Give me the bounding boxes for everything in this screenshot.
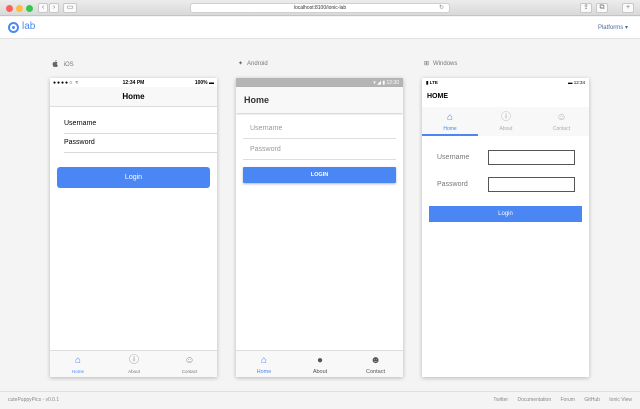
- sidebar-button[interactable]: ▭: [63, 3, 77, 13]
- url-text: localhost:8100/ionic-lab: [293, 5, 347, 11]
- windows-username-label: Username: [437, 154, 470, 161]
- footer-link-twitter[interactable]: Twitter: [493, 397, 508, 403]
- info-icon: ⓘ: [129, 355, 139, 366]
- windows-login-button[interactable]: Login: [429, 206, 582, 222]
- windows-icon: ⊞: [424, 61, 430, 67]
- lab-header: lab Platforms ▾: [0, 17, 640, 39]
- windows-tab-contact-label: Contact: [552, 126, 571, 132]
- android-status-bar: ▾ ◢ ▮ 12:30: [236, 78, 403, 87]
- platform-label-android-text: Android: [247, 61, 268, 67]
- apple-icon: [52, 60, 60, 68]
- maximize-window-button[interactable]: [26, 5, 33, 12]
- home-icon: ⌂: [260, 355, 268, 366]
- close-window-button[interactable]: [6, 5, 13, 12]
- platform-label-android: ✦ Android: [238, 60, 268, 67]
- android-tab-contact[interactable]: ☻ Contact: [348, 351, 403, 377]
- browser-toolbar: ‹ › ▭ localhost:8100/ionic-lab ↻ ⇪ ⧉ +: [0, 0, 640, 16]
- ios-battery-icon: 100% ▬: [194, 80, 214, 86]
- windows-battery-icon: ▬ 12:34: [567, 80, 585, 85]
- android-tab-home-label: Home: [256, 369, 272, 375]
- android-status-icons: ▾ ◢ ▮ 12:30: [373, 80, 399, 86]
- ios-device-frame: ●●●●○ ≈ 12:34 PM 100% ▬ Home Username Pa…: [50, 78, 217, 377]
- windows-tab-bar: ⌂ Home ⓘ About ☺ Contact: [422, 107, 589, 136]
- lab-logo-text: lab: [22, 21, 36, 32]
- windows-tab-home-label: Home: [443, 126, 457, 132]
- platform-label-ios-text: iOS: [63, 62, 74, 68]
- platform-label-windows-text: Windows: [433, 61, 458, 67]
- android-login-button[interactable]: LOGIN: [243, 167, 396, 183]
- footer-link-ionic-view[interactable]: Ionic View: [609, 397, 632, 403]
- windows-signal-icon: ▮ LTE: [426, 80, 438, 85]
- ios-nav-title: Home: [50, 87, 217, 107]
- windows-password-input[interactable]: [488, 177, 575, 192]
- windows-page-title: HOME: [427, 93, 448, 100]
- windows-tab-about[interactable]: ⓘ About: [478, 107, 534, 136]
- android-tab-home[interactable]: ⌂ Home: [236, 351, 292, 377]
- footer-links: Twitter Documentation Forum GitHub Ionic…: [485, 397, 632, 403]
- windows-active-tab-indicator: [422, 134, 478, 136]
- lab-footer: cutePuppyPics - v0.0.1 Twitter Documenta…: [0, 391, 640, 409]
- reload-icon[interactable]: ↻: [439, 4, 444, 13]
- android-tab-contact-label: Contact: [366, 369, 385, 375]
- contacts-icon: ☺: [556, 112, 567, 123]
- footer-link-forum[interactable]: Forum: [561, 397, 575, 403]
- ios-tab-home[interactable]: ⌂ Home: [50, 351, 106, 377]
- share-button[interactable]: ⇪: [580, 3, 592, 13]
- ios-tab-about-label: About: [128, 369, 140, 374]
- home-icon: ⌂: [446, 112, 454, 123]
- android-tab-about[interactable]: ● About: [292, 351, 348, 377]
- ios-tab-contact-label: Contact: [181, 369, 198, 374]
- back-button[interactable]: ‹: [38, 3, 48, 13]
- platform-label-ios: iOS: [52, 60, 74, 68]
- address-bar[interactable]: localhost:8100/ionic-lab ↻: [190, 3, 450, 13]
- ios-tab-bar: ⌂ Home ⓘ About ☺ Contact: [50, 350, 217, 377]
- windows-tab-about-label: About: [499, 126, 513, 132]
- windows-device-frame: ▮ LTE ▬ 12:34 HOME ⌂ Home ⓘ About ☺ Cont…: [422, 78, 589, 377]
- ios-username-field[interactable]: Username: [64, 114, 217, 134]
- android-tab-about-label: About: [312, 369, 328, 375]
- ios-tab-home-label: Home: [71, 369, 84, 374]
- contacts-icon: ☺: [184, 355, 195, 366]
- android-username-input[interactable]: Username: [243, 119, 396, 139]
- windows-username-input[interactable]: [488, 150, 575, 165]
- tabs-overview-button[interactable]: ⧉: [596, 3, 608, 13]
- android-password-input[interactable]: Password: [243, 140, 396, 160]
- ios-login-button[interactable]: Login: [57, 167, 210, 188]
- ionic-logo-icon: [8, 22, 19, 33]
- android-toolbar-title: Home: [236, 87, 403, 113]
- footer-link-github[interactable]: GitHub: [584, 397, 600, 403]
- android-icon: ✦: [238, 61, 244, 67]
- footer-link-documentation[interactable]: Documentation: [517, 397, 551, 403]
- forward-button[interactable]: ›: [49, 3, 59, 13]
- platforms-dropdown[interactable]: Platforms ▾: [598, 24, 628, 31]
- info-icon: ●: [316, 355, 324, 366]
- windows-status-bar: ▮ LTE ▬ 12:34: [422, 78, 589, 87]
- ios-tab-about[interactable]: ⓘ About: [106, 351, 162, 377]
- new-tab-button[interactable]: +: [622, 3, 634, 13]
- minimize-window-button[interactable]: [16, 5, 23, 12]
- platform-label-windows: ⊞ Windows: [424, 60, 457, 67]
- ios-password-field[interactable]: Password: [64, 133, 217, 153]
- windows-password-label: Password: [437, 181, 468, 188]
- windows-tab-home[interactable]: ⌂ Home: [422, 107, 478, 136]
- home-icon: ⌂: [74, 355, 82, 366]
- android-device-frame: ▾ ◢ ▮ 12:30 Home Username Password LOGIN…: [236, 78, 403, 377]
- windows-tab-contact[interactable]: ☺ Contact: [534, 107, 589, 136]
- ios-tab-contact[interactable]: ☺ Contact: [162, 351, 217, 377]
- app-version: cutePuppyPics - v0.0.1: [8, 397, 60, 403]
- android-tab-bar: ⌂ Home ● About ☻ Contact: [236, 350, 403, 377]
- ios-status-bar: ●●●●○ ≈ 12:34 PM 100% ▬: [50, 78, 217, 87]
- info-icon: ⓘ: [501, 112, 511, 123]
- contacts-icon: ☻: [370, 355, 381, 366]
- ios-status-time: 12:34 PM: [122, 80, 145, 86]
